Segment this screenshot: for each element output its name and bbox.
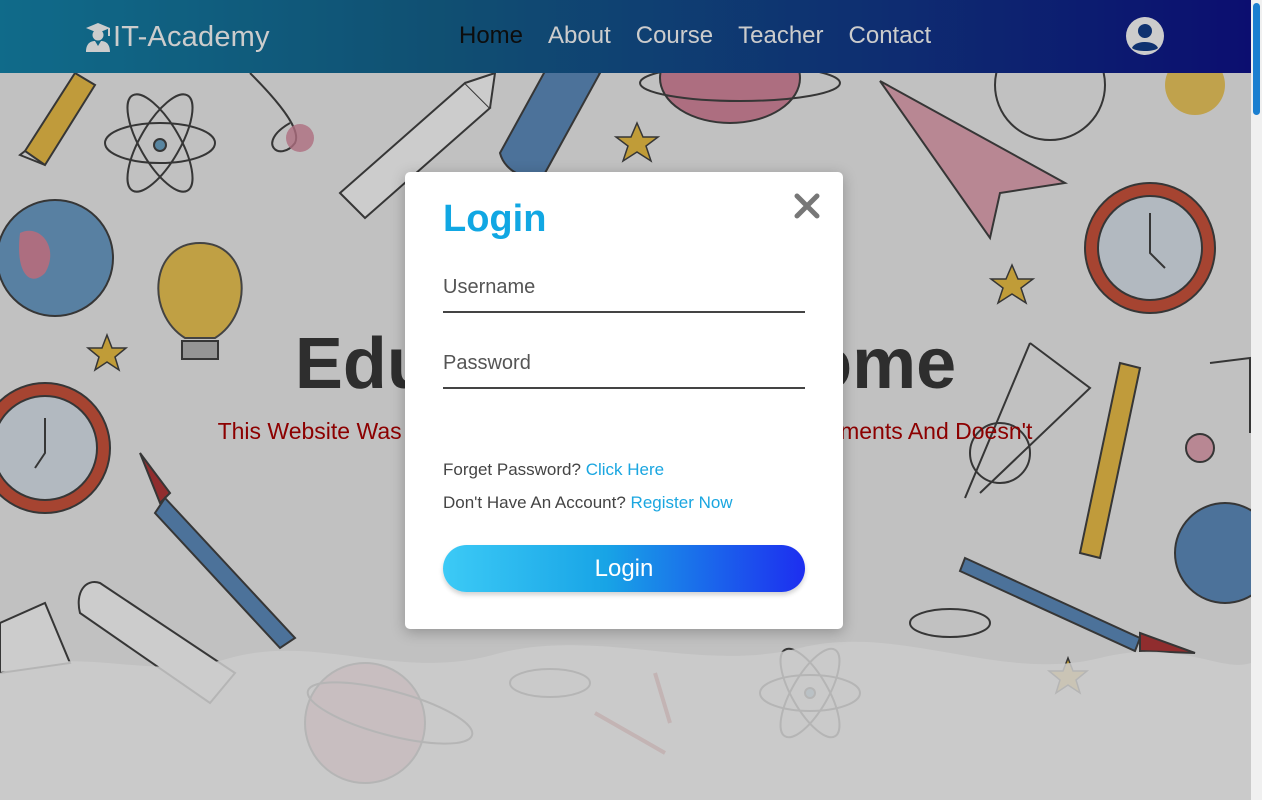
register-link[interactable]: Register Now [631, 493, 733, 512]
register-row: Don't Have An Account? Register Now [443, 493, 733, 513]
login-button[interactable]: Login [443, 545, 805, 592]
scrollbar-thumb[interactable] [1253, 3, 1260, 115]
password-input[interactable] [443, 352, 805, 389]
forgot-password-text: Forget Password? [443, 460, 581, 479]
close-icon[interactable] [793, 191, 821, 221]
forgot-password-row: Forget Password? Click Here [443, 460, 664, 480]
page-scrollbar[interactable] [1251, 0, 1262, 800]
username-input[interactable] [443, 276, 805, 313]
modal-title: Login [443, 198, 547, 240]
register-text: Don't Have An Account? [443, 493, 626, 512]
forgot-password-link[interactable]: Click Here [586, 460, 664, 479]
login-modal: Login Forget Password? Click Here Don't … [405, 172, 843, 629]
